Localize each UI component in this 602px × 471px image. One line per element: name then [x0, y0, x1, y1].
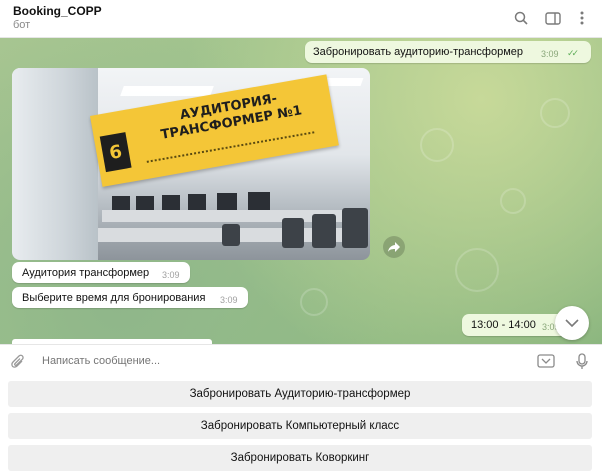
microphone-icon[interactable] — [576, 353, 588, 375]
chevron-down-icon — [565, 319, 579, 327]
background-doodle — [300, 288, 328, 316]
message-text: Забронировать аудиторию-трансформер — [313, 46, 524, 58]
keyboard-button-computer-class[interactable]: Забронировать Компьютерный класс — [8, 413, 592, 439]
monitor — [162, 195, 180, 210]
message-time: 3:09 — [541, 49, 559, 59]
scroll-down-button[interactable] — [555, 306, 589, 340]
monitor — [248, 192, 270, 210]
monitor — [136, 196, 154, 210]
message-time: 3:09 — [162, 270, 180, 280]
chat-title[interactable]: Booking_COPP — [13, 4, 102, 18]
more-vertical-icon[interactable] — [572, 8, 592, 28]
monitor — [188, 194, 206, 210]
share-arrow-icon[interactable] — [383, 236, 405, 258]
paperclip-icon[interactable] — [11, 354, 25, 375]
message-text: 13:00 - 14:00 — [471, 319, 536, 331]
keyboard-button-transformer[interactable]: Забронировать Аудиторию-трансформер — [8, 381, 592, 407]
chair — [222, 224, 240, 246]
incoming-message[interactable]: Аудитория трансформер 3:09 — [12, 262, 190, 283]
monitor — [217, 193, 237, 210]
message-text: Аудитория трансформер — [22, 267, 150, 279]
outgoing-message[interactable]: Забронировать аудиторию-трансформер 3:09… — [305, 41, 591, 63]
sidebar-toggle-icon[interactable] — [543, 8, 563, 28]
chair — [282, 218, 304, 248]
keyboard-button-coworking[interactable]: Забронировать Коворкинг — [8, 445, 592, 471]
outgoing-message[interactable]: 13:00 - 14:00 3:09 — [462, 314, 568, 336]
glass-pillar — [12, 68, 98, 260]
message-input[interactable] — [42, 355, 482, 367]
message-text: Выберите время для бронирования — [22, 292, 206, 304]
monitor — [112, 196, 130, 210]
bot-keyboard-icon[interactable] — [537, 354, 555, 373]
chat-header: Booking_COPP бот — [0, 0, 602, 38]
chat-area[interactable]: Забронировать аудиторию-трансформер 3:09… — [0, 38, 602, 344]
background-doodle — [540, 98, 570, 128]
search-icon[interactable] — [511, 8, 531, 28]
sign-number: 6 — [99, 132, 132, 173]
chair — [312, 214, 336, 248]
background-doodle — [455, 248, 499, 292]
background-doodle — [420, 128, 454, 162]
double-check-icon: ✓✓ — [567, 48, 579, 58]
message-time: 3:09 — [220, 295, 238, 305]
chair — [342, 208, 368, 248]
photo-message[interactable]: 6 АУДИТОРИЯ-ТРАНСФОРМЕР №1 — [12, 68, 370, 260]
ceiling-light — [120, 86, 214, 96]
chat-subtitle: бот — [13, 19, 31, 31]
background-doodle — [500, 188, 526, 214]
message-composer — [0, 344, 602, 379]
incoming-message[interactable]: Выберите время для бронирования 3:09 — [12, 287, 248, 308]
